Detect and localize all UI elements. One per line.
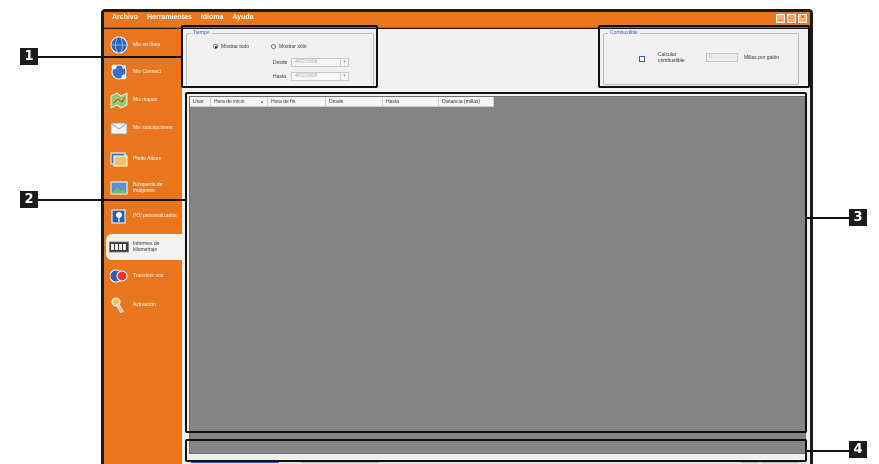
sidebar-item-label: Mio en línea xyxy=(133,42,161,48)
close-button[interactable]: × xyxy=(798,14,807,23)
callout-2: 2 xyxy=(20,191,38,208)
sidebar-item-mio-en-linea[interactable]: Mio en línea xyxy=(106,32,182,58)
sidebar-item-mio-connect[interactable]: Mio Connect xyxy=(106,59,182,85)
sidebar-item-label: Búsqueda de imágenes xyxy=(133,182,163,194)
menu-archivo[interactable]: Archivo xyxy=(112,14,138,21)
sidebar-item-activacion[interactable]: Activación xyxy=(106,292,182,318)
sidebar-item-label: Activación xyxy=(133,302,156,308)
callout-leader-4 xyxy=(807,450,849,452)
menu-herramientas[interactable]: Herramientas xyxy=(147,14,192,21)
sidebar-item-mis-suscripciones[interactable]: Mis suscripciones xyxy=(106,115,182,141)
sidebar-item-label: Mis suscripciones xyxy=(133,125,173,131)
callout-leader-1 xyxy=(38,56,181,58)
globe-icon xyxy=(109,35,129,55)
sidebar-item-transferir-voz[interactable]: Transferir voz xyxy=(106,263,182,289)
sidebar: Mio en línea Mio Connect Mis mapas Mis s… xyxy=(104,29,182,464)
callout-leader-2 xyxy=(38,199,185,201)
voice-icon xyxy=(109,266,129,286)
callout-leader-3 xyxy=(807,217,849,219)
callout-frame-1 xyxy=(181,25,378,88)
window-controls: _ □ × xyxy=(776,14,807,23)
sidebar-item-label: Photo Album xyxy=(133,156,162,162)
image-search-icon xyxy=(109,178,129,198)
key-icon xyxy=(109,295,129,315)
photo-album-icon xyxy=(109,149,129,169)
maximize-button[interactable]: □ xyxy=(787,14,796,23)
envelope-icon xyxy=(109,118,129,138)
callout-3: 3 xyxy=(849,209,867,226)
sidebar-item-label: Transferir voz xyxy=(133,273,164,279)
minimize-button[interactable]: _ xyxy=(776,14,785,23)
poi-icon xyxy=(109,206,129,226)
menu: Archivo Herramientas Idioma Ayuda xyxy=(112,14,254,21)
menu-idioma[interactable]: Idioma xyxy=(201,14,224,21)
callout-frame-3-fuel xyxy=(598,25,810,88)
callout-frame-3-table xyxy=(185,92,807,433)
sidebar-item-label: POI personalizados xyxy=(133,213,177,219)
sidebar-item-informes-de-kilometraje[interactable]: Informes de kilometraje xyxy=(106,234,182,260)
menu-ayuda[interactable]: Ayuda xyxy=(232,14,253,21)
sidebar-item-label: Informes de kilometraje xyxy=(133,241,160,253)
callout-1: 1 xyxy=(20,48,38,65)
sidebar-item-label: Mis mapas xyxy=(133,97,158,103)
sidebar-item-poi-personalizados[interactable]: POI personalizados xyxy=(106,203,182,229)
odometer-icon xyxy=(109,237,129,257)
callout-4: 4 xyxy=(849,441,867,458)
callout-frame-4 xyxy=(185,439,807,462)
sidebar-item-label: Mio Connect xyxy=(133,69,162,75)
sidebar-item-mis-mapas[interactable]: Mis mapas xyxy=(106,87,182,113)
map-icon xyxy=(109,90,129,110)
connect-globe-icon xyxy=(109,62,129,82)
sidebar-item-busqueda-de-imagenes[interactable]: Búsqueda de imágenes xyxy=(106,175,182,201)
screenshot-stage: Archivo Herramientas Idioma Ayuda _ □ × … xyxy=(0,0,879,464)
sidebar-item-photo-album[interactable]: Photo Album xyxy=(106,146,182,172)
